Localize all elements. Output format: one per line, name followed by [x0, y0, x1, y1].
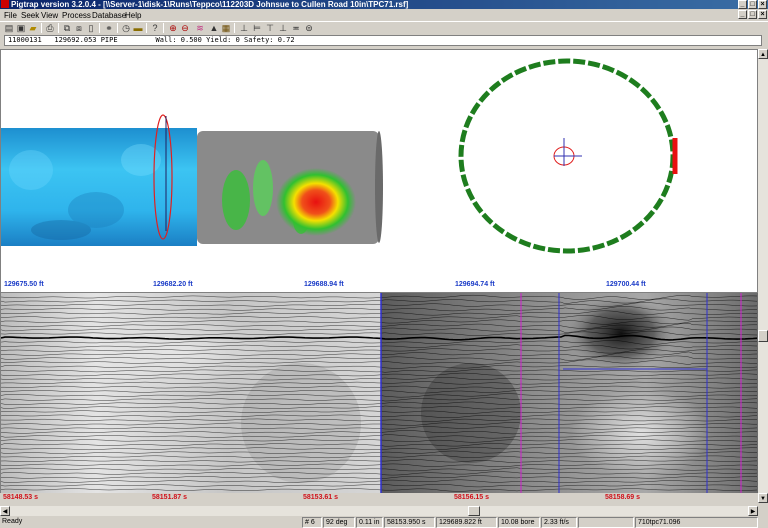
waveform-icon[interactable]: ≋: [195, 23, 205, 33]
horizontal-scrollbar[interactable]: ◀ ▶: [0, 506, 758, 516]
grid-icon[interactable]: ▦: [221, 23, 231, 33]
toolbar-separator: [163, 23, 164, 33]
scroll-left-button[interactable]: ◀: [0, 506, 10, 516]
save-icon[interactable]: ▣: [16, 23, 26, 33]
ft-label: 129688.94 ft: [304, 281, 344, 288]
toolbar-separator: [146, 23, 147, 33]
s-label: 58156.15 s: [454, 494, 490, 501]
document-icon[interactable]: ▯: [86, 23, 96, 33]
align-icon[interactable]: ≖: [291, 23, 301, 33]
status-time: 58153.950 s: [384, 517, 435, 528]
align-icon[interactable]: ⊨: [252, 23, 262, 33]
measure-icon[interactable]: ▬: [133, 23, 143, 33]
toolbar-separator: [234, 23, 235, 33]
menu-view[interactable]: View: [41, 10, 58, 21]
toolbar-separator: [99, 23, 100, 33]
triangle-icon[interactable]: ▲: [209, 23, 219, 33]
trace-canvas[interactable]: [1, 293, 758, 493]
window-controls: _ □ ×: [738, 0, 767, 9]
menu-process[interactable]: Process: [62, 10, 91, 21]
folder-icon[interactable]: ▰: [28, 23, 38, 33]
trace-panel[interactable]: [0, 293, 758, 493]
paste-icon[interactable]: ⧈: [74, 23, 84, 33]
s-label: 58158.69 s: [605, 494, 641, 501]
menu-help[interactable]: Help: [125, 10, 141, 21]
align-icon[interactable]: ⊥: [278, 23, 288, 33]
horizontal-scroll-thumb[interactable]: [468, 506, 480, 516]
maximize-button[interactable]: □: [748, 0, 757, 9]
toolbar-separator: [58, 23, 59, 33]
status-sensor: # 6: [302, 517, 322, 528]
s-label: 58148.53 s: [3, 494, 39, 501]
scroll-right-button[interactable]: ▶: [748, 506, 758, 516]
status-bore: 10.08 bore: [498, 517, 540, 528]
binoculars-icon[interactable]: ⚭: [104, 23, 114, 33]
minimize-button[interactable]: _: [738, 0, 747, 9]
toolbar-separator: [117, 23, 118, 33]
align-icon[interactable]: ⊥: [239, 23, 249, 33]
cross-section: [458, 58, 678, 254]
status-ready: Ready: [2, 518, 23, 525]
toolbar-separator: [41, 23, 42, 33]
pipe-anomaly-hotspot: [276, 168, 356, 236]
window-title: Pigtrap version 3.2.0.4 - [\\Server-1\di…: [11, 0, 409, 9]
status-depth: 0.11 in: [356, 517, 383, 528]
status-empty: [578, 517, 634, 528]
print-icon[interactable]: ⎙: [45, 23, 55, 33]
status-bar: Ready # 6 92 deg 0.11 in 58153.950 s 129…: [0, 517, 768, 528]
wave-icon[interactable]: ⊜: [304, 23, 314, 33]
pipe-view-panel[interactable]: 129675.50 ft 129682.20 ft 129688.94 ft 1…: [0, 49, 758, 293]
pipe-end-cap: [375, 131, 383, 243]
menu-seek[interactable]: Seek: [21, 10, 39, 21]
zoom-out-icon[interactable]: ⊖: [180, 23, 190, 33]
open-icon[interactable]: ▤: [4, 23, 14, 33]
scroll-down-button[interactable]: ▼: [758, 493, 768, 503]
help-icon[interactable]: ?: [150, 23, 160, 33]
align-icon[interactable]: ⊤: [265, 23, 275, 33]
toolbar: ▤ ▣ ▰ ⎙ ⧉ ⧈ ▯ ⚭ ◷ ▬ ? ⊕ ⊖ ≋ ▲ ▦ ⊥ ⊨ ⊤ ⊥ …: [0, 21, 768, 33]
scroll-up-button[interactable]: ▲: [758, 49, 768, 59]
menu-file[interactable]: File: [4, 10, 17, 21]
vertical-scroll-thumb[interactable]: [758, 330, 768, 342]
status-speed: 2.33 ft/s: [541, 517, 577, 528]
ft-label: 129682.20 ft: [153, 281, 193, 288]
copy-icon[interactable]: ⧉: [62, 23, 72, 33]
close-button[interactable]: ×: [758, 0, 767, 9]
zoom-in-icon[interactable]: ⊕: [168, 23, 178, 33]
pipe-view-canvas[interactable]: [1, 50, 758, 293]
record-info-field: 11000131 129692.053 PIPE Wall: 0.500 Yie…: [4, 35, 762, 46]
clock-icon[interactable]: ◷: [121, 23, 131, 33]
status-distance: 129689.822 ft: [436, 517, 497, 528]
menu-database[interactable]: Database: [92, 10, 126, 21]
vertical-scrollbar[interactable]: ▲ ▼: [758, 49, 768, 503]
ft-label: 129675.50 ft: [4, 281, 44, 288]
ft-label: 129694.74 ft: [455, 281, 495, 288]
menu-bar: File Seek View Process Database Help: [0, 10, 768, 21]
title-bar[interactable]: Pigtrap version 3.2.0.4 - [\\Server-1\di…: [0, 0, 768, 9]
status-angle: 92 deg: [323, 517, 355, 528]
ft-label: 129700.44 ft: [606, 281, 646, 288]
status-file: 710tpc71.096: [635, 517, 758, 528]
s-label: 58153.61 s: [303, 494, 339, 501]
s-label: 58151.87 s: [152, 494, 188, 501]
app-icon: [1, 0, 9, 8]
pigtrap-window: Pigtrap version 3.2.0.4 - [\\Server-1\di…: [0, 0, 768, 528]
